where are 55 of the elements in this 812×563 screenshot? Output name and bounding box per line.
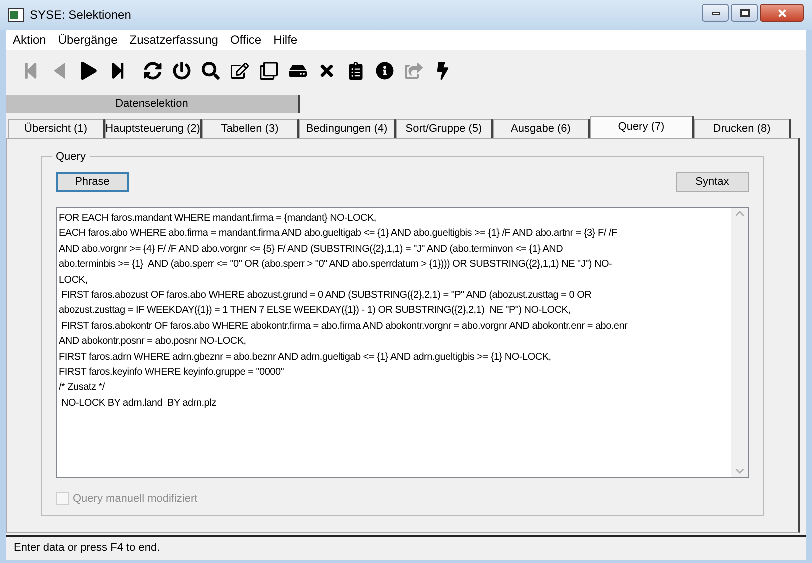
query-line: AND abo.vorgnr >= {4} F/ /F AND abo.vorgnr <= {5} F/ AND (SUBSTRING({2},1,1) = "J" AND (abo.terminvon <= {1} AND <box>59 242 564 257</box>
query-line: NO-LOCK BY adrn.land BY adrn.plz <box>60 396 218 411</box>
minimize-button[interactable] <box>702 4 729 22</box>
maximize-icon <box>740 9 750 17</box>
power-icon <box>172 62 190 80</box>
close-icon <box>776 8 788 18</box>
menu-item[interactable]: Zusatzerfassung <box>124 31 224 49</box>
scroll-up-icon <box>736 211 744 216</box>
query-line: FIRST faros.keyinfo WHERE keyinfo.gruppe = "0000" <box>59 366 286 380</box>
tab[interactable]: Bedingungen (4) <box>299 119 396 138</box>
refresh-icon <box>144 62 162 80</box>
close-button[interactable] <box>760 4 804 22</box>
menu-item[interactable]: Hilfe <box>268 31 304 49</box>
query-line: /* Zusatz */ <box>59 381 106 396</box>
query-line: EACH faros.abo WHERE abo.firma = mandant.firma AND abo.gueltigab <= {1} AND abo.gueltigbis >= {1} /F AND abo.artnr = {3} F/ /F <box>59 227 618 242</box>
query-line: abo.terminbis >= {1} AND (abo.sperr <= "0" OR (abo.sperr > "0" AND abo.sperrdatum > {1}))) OR SUBSTRING({2},1,1) NE "J") NO- <box>59 258 614 272</box>
window-title: SYSE: Selektionen <box>30 7 132 24</box>
app-icon <box>8 8 24 22</box>
menu-item[interactable]: Übergänge <box>52 31 124 49</box>
status-text: Enter data or press F4 to end. <box>14 541 160 556</box>
drive-icon <box>288 62 306 80</box>
search-icon <box>202 62 220 80</box>
scroll-down-icon <box>736 468 744 474</box>
tab[interactable]: Drucken (8) <box>694 119 791 138</box>
query-line: FIRST faros.abozust OF faros.abo WHERE abozust.grund = 0 AND (SUBSTRING({2},2,1) = "P" AND (abozust.zusttag = 0 OR <box>60 289 593 304</box>
query-line: abozust.zusttag = IF WEEKDAY({1}) = 1 THEN 7 ELSE WEEKDAY({1}) - 1) OR SUBSTRING({2},2,1) NE "P") NO-LOCK, <box>59 304 572 318</box>
tab[interactable]: Sort/Gruppe (5) <box>396 119 493 138</box>
tab[interactable]: Tabellen (3) <box>202 119 299 138</box>
minimize-icon <box>712 12 720 14</box>
query-line: FIRST faros.abokontr OF faros.abo WHERE abokontr.firma = abo.firma AND abokontr.vorgnr = abo.vorgnr AND abokontr.enr = abo.enr <box>60 320 629 334</box>
maximize-button[interactable] <box>731 4 758 22</box>
clipboard-icon <box>346 62 364 80</box>
query-line: FIRST faros.adrn WHERE adrn.gbeznr = abo.beznr AND adrn.gueltigab <= {1} AND adrn.gueltigbis >= {1} NO-LOCK, <box>59 350 552 365</box>
checkbox-label: Query manuell modifiziert <box>73 492 198 506</box>
tab[interactable]: Query (7) <box>590 116 694 138</box>
tab[interactable]: Hauptsteuerung (2) <box>105 119 202 138</box>
query-line: FOR EACH faros.mandant WHERE mandant.firma = {mandant} NO-LOCK, <box>59 212 378 226</box>
group-title: Query <box>52 149 90 166</box>
scrollbar[interactable] <box>731 208 748 476</box>
back-arrow-icon <box>54 63 66 79</box>
tab[interactable]: Übersicht (1) <box>8 119 105 138</box>
section-header: Datenselektion <box>116 96 188 112</box>
tab[interactable]: Ausgabe (6) <box>493 119 590 138</box>
syntax-button[interactable]: Syntax <box>676 172 749 192</box>
edit-icon <box>230 62 248 80</box>
menu-item[interactable]: Aktion <box>7 31 52 49</box>
query-line: AND abokontr.posnr = abo.posnr NO-LOCK, <box>59 335 248 350</box>
query-line: LOCK, <box>59 274 89 288</box>
share-icon <box>404 62 422 80</box>
phrase-button[interactable]: Phrase <box>56 172 129 192</box>
query-text-area[interactable] <box>56 207 749 478</box>
menu-item[interactable]: Office <box>224 31 268 49</box>
play-icon <box>80 62 98 80</box>
info-icon <box>376 62 394 80</box>
copy-icon <box>260 62 278 80</box>
